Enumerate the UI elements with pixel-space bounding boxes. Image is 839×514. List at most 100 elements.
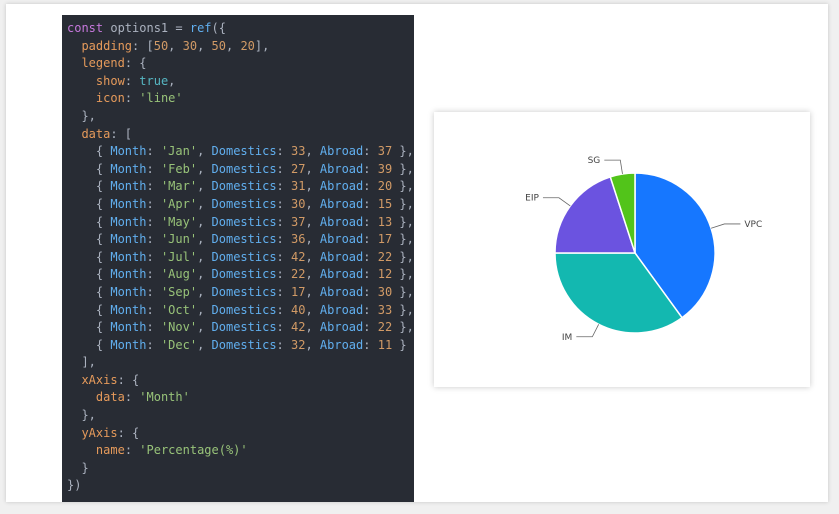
code-token: Abroad <box>319 214 364 229</box>
code-token: Domestics <box>211 337 277 352</box>
code-token: , <box>305 337 320 352</box>
code-token: : <box>276 249 291 264</box>
code-line: { Month: 'Feb', Domestics: 27, Abroad: 3… <box>67 161 414 179</box>
code-block: const options1 = ref({ padding: [50, 30,… <box>62 15 414 502</box>
code-token: Month <box>110 284 147 299</box>
code-token: , <box>305 232 320 247</box>
code-token: : <box>276 214 291 229</box>
code-line: { Month: 'Dec', Domestics: 32, Abroad: 1… <box>67 337 414 355</box>
code-token: { <box>67 179 111 194</box>
code-token: 32 <box>291 337 306 352</box>
code-token: ref <box>189 21 212 35</box>
code-line: { Month: 'May', Domestics: 37, Abroad: 1… <box>67 214 414 232</box>
code-token: : <box>363 284 378 299</box>
code-token: 33 <box>377 302 393 317</box>
code-token: Domestics <box>211 232 277 247</box>
code-token: : <box>276 144 291 159</box>
code-token: : <box>363 179 378 194</box>
code-token: : <box>146 179 161 194</box>
code-token: 40 <box>291 302 306 317</box>
code-token: : <box>146 232 161 247</box>
code-token: , <box>305 284 320 299</box>
code-token: : <box>146 214 161 229</box>
code-token: 39 <box>377 161 393 176</box>
code-line: ], <box>67 354 414 372</box>
code-token: : <box>276 196 291 211</box>
code-token: : <box>363 302 378 317</box>
code-token: : <box>124 390 140 405</box>
pie-chart-card: VPC IM EIP SG <box>434 112 810 387</box>
code-token: }, <box>392 284 414 299</box>
code-token: 'Oct' <box>160 302 198 317</box>
code-token: Abroad <box>319 320 364 335</box>
code-token: 17 <box>377 232 393 247</box>
code-token: options1 = <box>110 21 190 35</box>
code-token: Month <box>110 337 147 352</box>
code-token: Month <box>110 161 147 176</box>
code-token: : <box>363 249 378 264</box>
code-token: , <box>168 38 183 53</box>
code-token: : <box>276 232 291 247</box>
code-token: Month <box>110 196 147 211</box>
code-token: , <box>305 267 320 282</box>
code-token: 30 <box>291 196 306 211</box>
code-token: : <box>276 284 291 299</box>
code-token: : <box>146 267 161 282</box>
code-token: { <box>67 144 111 159</box>
code-token: : <box>124 73 140 88</box>
code-token: 'Mar' <box>160 179 198 194</box>
code-token: } <box>67 460 89 475</box>
code-token: , <box>305 179 320 194</box>
code-token: Domestics <box>211 302 277 317</box>
code-token: { <box>67 284 111 299</box>
code-token: 42 <box>291 249 306 264</box>
code-token: : { <box>117 372 140 387</box>
code-token: : <box>276 161 291 176</box>
pie-label-line <box>710 223 741 229</box>
code-token: , <box>197 179 212 194</box>
code-token: 50 <box>153 38 169 53</box>
code-token: : { <box>117 425 140 440</box>
code-token: padding <box>81 38 133 53</box>
code-token: }, <box>392 161 414 176</box>
code-token: : [ <box>132 38 154 53</box>
code-token: 'Jun' <box>160 232 198 247</box>
pie-label-line <box>542 197 571 207</box>
code-line: { Month: 'Sep', Domestics: 17, Abroad: 3… <box>67 284 414 302</box>
code-token: 'Jul' <box>160 249 198 264</box>
code-token: , <box>197 232 212 247</box>
code-token: 22 <box>377 320 393 335</box>
code-token: }, <box>67 108 96 123</box>
code-token: , <box>305 249 320 264</box>
code-token: 'line' <box>139 91 183 106</box>
code-token: data <box>81 126 111 141</box>
code-token: : [ <box>110 126 133 141</box>
code-token: , <box>197 284 212 299</box>
code-token: : <box>363 232 378 247</box>
code-token: { <box>67 249 111 264</box>
code-token: 20 <box>377 179 393 194</box>
code-token: Domestics <box>211 214 277 229</box>
code-token: Abroad <box>319 302 364 317</box>
code-line: { Month: 'Jun', Domestics: 36, Abroad: 1… <box>67 231 414 249</box>
code-token: Domestics <box>211 249 277 264</box>
pie-label-line <box>576 324 600 338</box>
code-token: Domestics <box>211 196 277 211</box>
code-token: : <box>276 320 291 335</box>
code-token: ], <box>254 38 270 53</box>
pie-label: VPC <box>744 220 762 230</box>
code-token: data <box>95 390 125 405</box>
code-line: }, <box>67 108 414 126</box>
code-token: , <box>197 320 212 335</box>
code-token: }, <box>392 267 414 282</box>
code-token: : <box>146 302 161 317</box>
code-token: : <box>363 320 378 335</box>
code-token: true <box>139 73 169 88</box>
code-line: show: true, <box>67 73 414 91</box>
code-token: 37 <box>377 144 393 159</box>
code-token: 'May' <box>160 214 198 229</box>
